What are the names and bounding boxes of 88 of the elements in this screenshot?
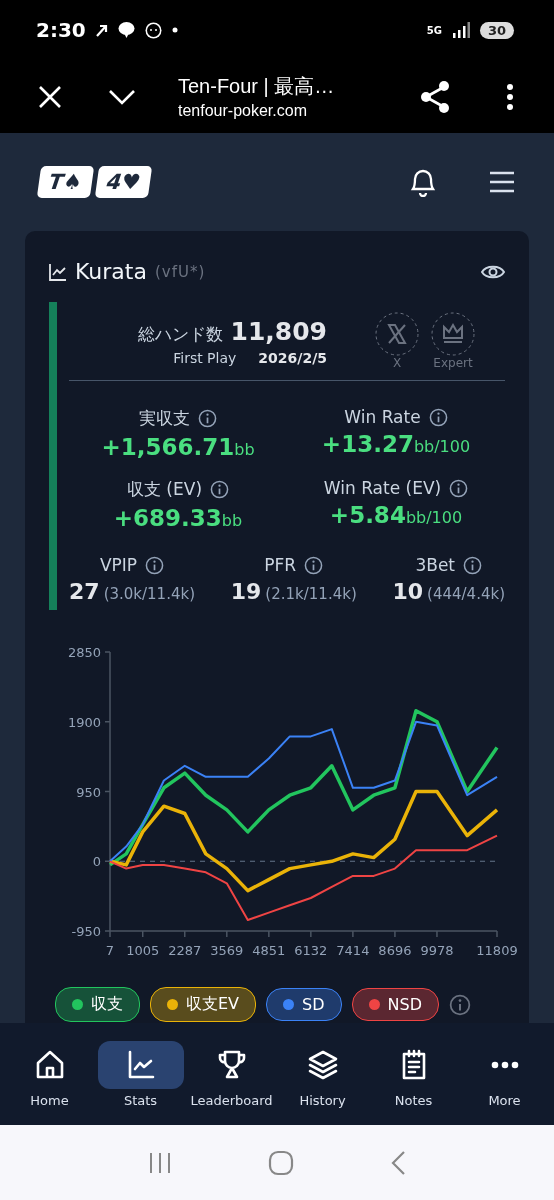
stat-unit: bb	[221, 511, 243, 530]
y-tick-label: -950	[71, 924, 101, 939]
stat-unit: bb	[234, 440, 255, 459]
info-icon[interactable]	[198, 409, 217, 428]
x-tick-label: 8696	[378, 943, 412, 958]
ratio-value: 19	[230, 579, 262, 604]
layers-icon	[306, 1048, 339, 1081]
status-time: 2:30	[36, 18, 86, 42]
x-tick-label: 3569	[210, 943, 244, 958]
first-play-label: First Play	[173, 349, 237, 366]
legend-chip[interactable]: 収支	[55, 987, 140, 1022]
x-tick-label: 1005	[126, 943, 160, 958]
ratio-detail: (444/4.4k)	[427, 585, 505, 603]
info-icon[interactable]	[449, 478, 469, 498]
close-icon[interactable]	[38, 84, 62, 109]
info-icon[interactable]	[210, 480, 229, 499]
page-url: tenfour-poker.com	[178, 102, 308, 120]
legend-chip[interactable]: 収支EV	[150, 987, 257, 1022]
badge-label: Expert	[433, 356, 473, 370]
player-name: Kurata	[75, 259, 147, 284]
badge-label: X	[392, 356, 402, 370]
hands-count: 11,809	[230, 316, 327, 346]
x-tick-label: 9978	[420, 943, 454, 958]
more-icon	[490, 1060, 519, 1069]
y-tick-label: 1900	[67, 714, 101, 730]
x-tick-label: 11809	[476, 943, 517, 958]
y-tick-label: 0	[92, 854, 101, 870]
info-icon[interactable]	[463, 555, 482, 575]
first-play-date: 2026/2/5	[258, 349, 327, 366]
more-options-icon[interactable]	[506, 83, 514, 110]
nav-tab[interactable]: History	[279, 1040, 366, 1108]
info-icon[interactable]	[428, 407, 448, 427]
legend-chip[interactable]: SD	[266, 988, 342, 1021]
page-title: Ten-Four | 最高…	[178, 74, 336, 99]
home-button-icon[interactable]	[268, 1149, 294, 1176]
logo-card[interactable]: T♠	[36, 166, 95, 198]
hands-label: 総ハンド数	[137, 322, 223, 346]
chart-icon	[49, 262, 67, 281]
ratio-value: 10	[392, 579, 424, 604]
info-icon[interactable]	[304, 555, 324, 575]
ratio-detail: (3.0k/11.4k)	[103, 585, 195, 603]
notification-dot-icon	[171, 27, 178, 33]
x-tick-label: 4851	[252, 943, 286, 958]
battery-level: 30	[479, 21, 514, 39]
nav-tab[interactable]: Home	[6, 1040, 93, 1108]
nav-tab[interactable]: Notes	[370, 1040, 457, 1108]
y-tick-label: 950	[76, 784, 101, 800]
x-tick-label: 6132	[294, 943, 328, 958]
info-icon[interactable]	[449, 993, 471, 1016]
x-tick-label: 7	[105, 943, 115, 958]
crown-icon[interactable]	[431, 312, 475, 356]
y-tick-label: 2850	[67, 645, 101, 660]
stat-label: Win Rate	[344, 407, 421, 427]
info-icon[interactable]	[145, 555, 165, 575]
chat-bubble-icon	[117, 21, 135, 39]
logo-card[interactable]: 4♥	[94, 166, 153, 198]
stat-unit: bb/100	[413, 437, 471, 456]
stat-unit: bb/100	[405, 508, 463, 527]
stat-label: 収支 (EV)	[126, 478, 202, 501]
player-tag: (vfU*)	[154, 262, 206, 281]
stat-value: +13.27	[321, 431, 414, 457]
ratio-value: 27	[69, 579, 100, 604]
ratio-label: PFR	[264, 555, 297, 575]
ratio-label: VPIP	[99, 555, 138, 575]
chevron-down-icon[interactable]	[108, 88, 136, 105]
ratio-detail: (2.1k/11.4k)	[265, 585, 357, 603]
network-type: 5G	[426, 24, 442, 36]
arrow-icon	[95, 23, 108, 37]
nav-tab[interactable]: Leaderboard	[188, 1040, 275, 1108]
x-tick-label: 2287	[168, 943, 202, 958]
x-tick-label: 7414	[336, 943, 370, 958]
stat-value: +689.33	[113, 505, 222, 531]
signal-icon	[451, 22, 470, 38]
ratio-label: 3Bet	[415, 555, 455, 575]
nav-tab[interactable]: More	[461, 1040, 548, 1108]
menu-icon[interactable]	[489, 171, 515, 193]
legend-chip[interactable]: NSD	[351, 988, 439, 1021]
back-icon[interactable]	[390, 1149, 406, 1176]
bell-icon[interactable]	[409, 167, 437, 197]
recent-apps-icon[interactable]	[148, 1150, 172, 1175]
stat-label: Win Rate (EV)	[323, 478, 442, 498]
eye-icon[interactable]	[481, 263, 505, 280]
stat-value: +1,566.71	[101, 434, 235, 460]
stat-label: 実収支	[139, 407, 190, 430]
x-logo-icon[interactable]	[375, 312, 419, 356]
bear-face-icon	[144, 21, 162, 39]
share-icon[interactable]	[420, 80, 450, 113]
stat-value: +5.84	[329, 502, 406, 528]
